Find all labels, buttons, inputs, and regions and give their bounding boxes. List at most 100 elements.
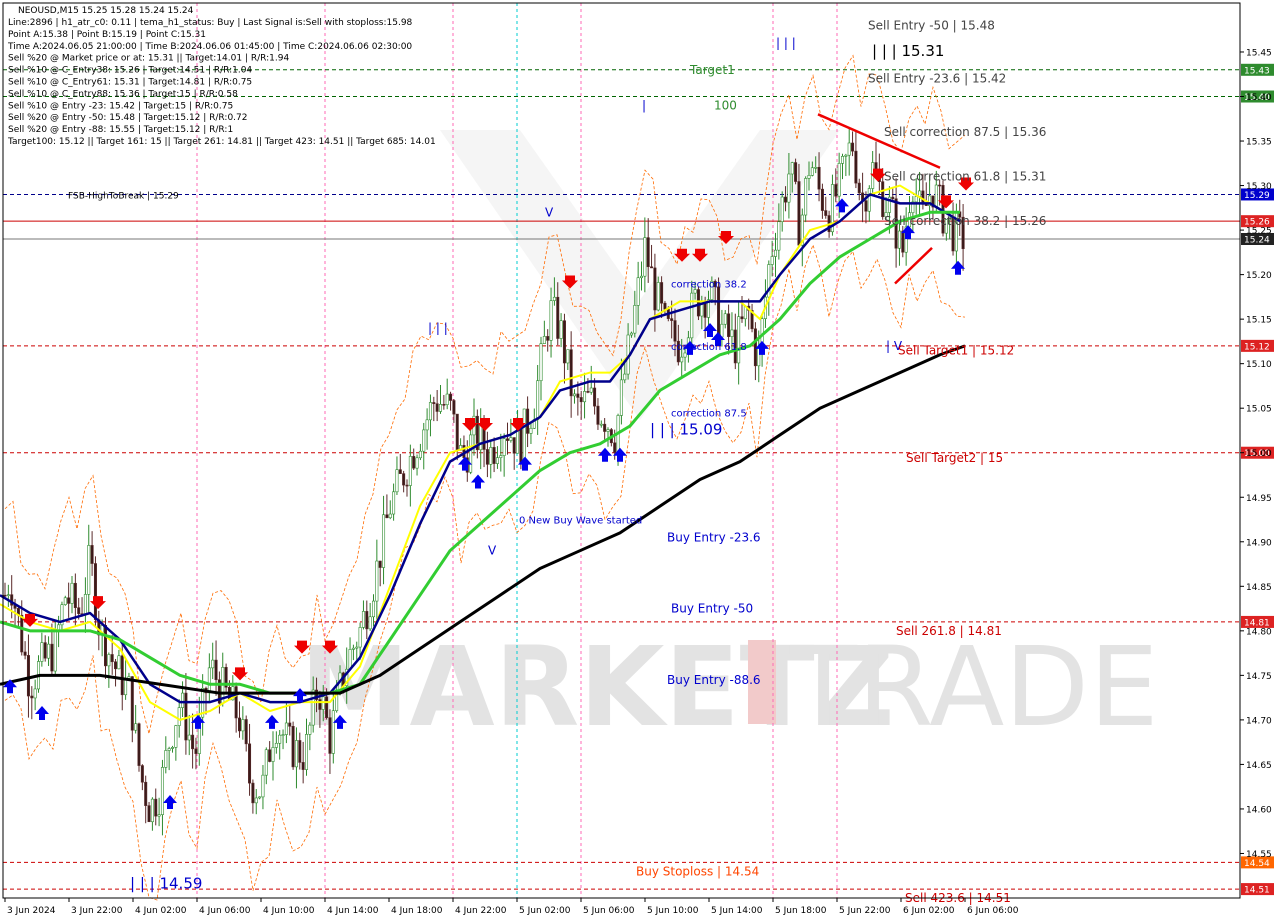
candle-body [569, 349, 573, 397]
candle-body [415, 457, 419, 469]
y-tick-label: 15.00 [1246, 449, 1272, 459]
candle-body [191, 734, 195, 750]
candle-body [770, 256, 774, 265]
candle-body [857, 182, 861, 194]
candle-body [422, 429, 426, 452]
candle-body [368, 616, 372, 630]
y-tick-label: 14.65 [1246, 761, 1272, 771]
candle-body [787, 173, 791, 203]
info-line: Sell %10 @ Entry -23: 15.42 | Target:15 … [8, 101, 233, 111]
candle-body [629, 332, 633, 336]
candle-body [331, 710, 335, 754]
candle-body [154, 798, 158, 817]
candle-body [934, 184, 938, 208]
chart-annotation: | | | 14.59 [130, 875, 202, 893]
level-price-label: 15.12 [1244, 342, 1270, 352]
chart-annotation: Sell correction 38.2 | 15.26 [884, 214, 1046, 228]
candle-body [660, 282, 664, 304]
candle-body [244, 719, 248, 745]
candle-body [730, 329, 734, 337]
candle-body [187, 734, 191, 741]
candle-body [248, 743, 252, 784]
candle-body [405, 484, 409, 487]
candle-body [556, 296, 560, 339]
chart-area[interactable]: MARKETZ TRADE Sell Entry -50 | 15.48 | | … [0, 0, 1280, 920]
candle-body [485, 449, 489, 465]
candle-body [23, 651, 27, 656]
candle-body [442, 404, 446, 406]
candle-body [670, 318, 674, 321]
x-tick-label: 5 Jun 10:00 [647, 906, 699, 916]
chart-annotation: | [642, 98, 646, 112]
info-line: Sell %10 @ C_Entry88: 15.36 | Target:15 … [8, 89, 238, 99]
candle-body [690, 292, 694, 339]
candle-body [469, 434, 473, 473]
candle-body [378, 560, 382, 568]
candle-body [164, 750, 168, 768]
candle-body [579, 397, 583, 403]
candle-body [844, 154, 848, 157]
candle-body [673, 320, 677, 342]
x-tick-label: 3 Jun 2024 [7, 906, 56, 916]
y-tick-label: 15.45 [1246, 48, 1272, 58]
candle-body [727, 313, 731, 337]
candle-body [83, 594, 87, 615]
candle-body [449, 393, 453, 401]
candle-body [288, 722, 292, 727]
y-tick-label: 15.40 [1246, 93, 1272, 103]
candle-body [177, 707, 181, 726]
candle-body [104, 625, 108, 667]
candle-body [358, 627, 362, 648]
candle-body [40, 642, 44, 662]
chart-annotation: | | | [776, 36, 796, 50]
candle-body [589, 387, 593, 393]
candle-body [455, 413, 459, 451]
y-tick-label: 14.60 [1246, 805, 1272, 815]
candle-body [847, 142, 851, 156]
candle-body [445, 393, 449, 406]
candle-body [251, 782, 255, 804]
candle-body [837, 163, 841, 197]
level-price-label: 14.51 [1244, 886, 1270, 896]
chart-annotation: Buy Entry -88.6 [667, 673, 761, 687]
candle-body [214, 659, 218, 681]
chart-annotation: correction 38.2 [671, 280, 747, 291]
candle-body [432, 402, 436, 405]
candle-body [117, 655, 121, 670]
y-tick-label: 15.05 [1246, 405, 1272, 415]
candle-body [683, 352, 687, 358]
candle-body [529, 427, 533, 434]
candle-body [278, 734, 282, 744]
candle-body [797, 181, 801, 246]
info-line: Sell %10 @ C_Entry61: 15.31 | Target:14.… [8, 78, 252, 88]
y-tick-label: 15.35 [1246, 138, 1272, 148]
chart-annotation: Sell Entry -23.6 | 15.42 [868, 72, 1006, 86]
chart-annotation: | | | [428, 321, 448, 335]
candle-body [817, 166, 821, 190]
candle-body [171, 747, 175, 749]
candle-body [348, 649, 352, 670]
candle-body [127, 676, 131, 679]
candle-body [181, 692, 185, 708]
x-tick-label: 3 Jun 22:00 [71, 906, 123, 916]
candle-body [308, 724, 312, 735]
candle-body [167, 748, 171, 751]
y-tick-label: 14.80 [1246, 627, 1272, 637]
candle-body [864, 200, 868, 212]
info-line: Target100: 15.12 || Target 161: 15 || Ta… [7, 137, 436, 147]
candle-body [502, 438, 506, 456]
candle-body [70, 582, 74, 604]
candle-body [586, 391, 590, 393]
candle-body [599, 423, 603, 426]
level-price-label: 15.24 [1244, 235, 1270, 245]
candle-body [509, 437, 513, 441]
chart-annotation: correction 61.8 [671, 342, 747, 353]
candle-body [33, 688, 37, 699]
candle-body [542, 336, 546, 344]
candle-body [328, 717, 332, 754]
candle-body [867, 188, 871, 212]
candle-body [777, 221, 781, 251]
candle-body [891, 196, 895, 200]
info-line: Time A:2024.06.05 21:00:00 | Time B:2024… [7, 42, 412, 52]
price-chart[interactable]: MARKETZ TRADE Sell Entry -50 | 15.48| | … [0, 0, 1280, 920]
